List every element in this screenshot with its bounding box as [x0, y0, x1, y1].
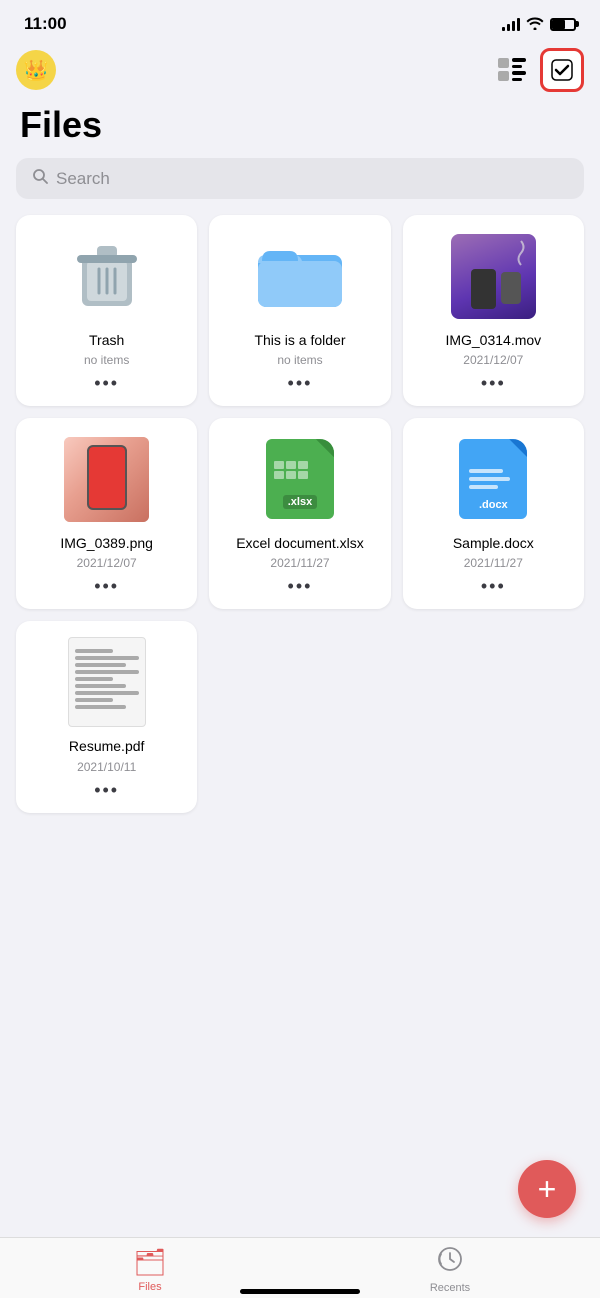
file-meta-trash: no items: [84, 353, 129, 367]
file-name-folder: This is a folder: [254, 331, 345, 349]
list-view-button[interactable]: [494, 52, 530, 88]
home-indicator: [240, 1289, 360, 1294]
header-actions: [494, 48, 584, 92]
file-name-trash: Trash: [89, 331, 124, 349]
file-icon-pdf: [62, 637, 152, 727]
file-card-docx[interactable]: .docx Sample.docx 2021/11/27 •••: [403, 418, 584, 609]
header: 👑: [0, 40, 600, 96]
file-more-folder[interactable]: •••: [288, 373, 313, 394]
status-bar: 11:00: [0, 0, 600, 40]
tab-files-label: Files: [138, 1281, 161, 1293]
tab-recents[interactable]: Recents: [300, 1246, 600, 1294]
search-placeholder: Search: [56, 169, 110, 189]
tab-recents-icon: [437, 1246, 463, 1279]
file-meta-video: 2021/12/07: [463, 353, 523, 367]
file-card-png[interactable]: IMG_0389.png 2021/12/07 •••: [16, 418, 197, 609]
file-name-xlsx: Excel document.xlsx: [236, 534, 364, 552]
page-title: Files: [0, 96, 600, 158]
tab-recents-label: Recents: [430, 1282, 470, 1294]
file-card-pdf[interactable]: Resume.pdf 2021/10/11 •••: [16, 621, 197, 812]
file-icon-trash: [62, 231, 152, 321]
file-card-xlsx[interactable]: .xlsx Excel document.xlsx 2021/11/27 •••: [209, 418, 390, 609]
files-grid: Trash no items ••• This is a folder no i…: [0, 215, 600, 893]
file-icon-folder: [255, 231, 345, 321]
tab-files[interactable]: 🗂 Files: [0, 1247, 300, 1293]
file-meta-docx: 2021/11/27: [464, 556, 523, 570]
file-more-video[interactable]: •••: [481, 373, 506, 394]
file-icon-docx: .docx: [448, 434, 538, 524]
file-more-trash[interactable]: •••: [94, 373, 119, 394]
file-icon-video: [448, 231, 538, 321]
file-more-png[interactable]: •••: [94, 576, 119, 597]
file-meta-pdf: 2021/10/11: [77, 760, 136, 774]
file-name-video: IMG_0314.mov: [445, 331, 541, 349]
user-avatar[interactable]: 👑: [16, 50, 56, 90]
file-icon-png: [62, 434, 152, 524]
file-meta-folder: no items: [277, 353, 322, 367]
select-button[interactable]: [540, 48, 584, 92]
file-name-pdf: Resume.pdf: [69, 737, 144, 755]
file-more-docx[interactable]: •••: [481, 576, 506, 597]
search-icon: [32, 168, 48, 189]
file-card-video[interactable]: IMG_0314.mov 2021/12/07 •••: [403, 215, 584, 406]
status-time: 11:00: [24, 14, 67, 34]
file-meta-xlsx: 2021/11/27: [270, 556, 329, 570]
wifi-icon: [526, 16, 544, 33]
status-icons: [502, 16, 576, 33]
file-card-trash[interactable]: Trash no items •••: [16, 215, 197, 406]
tab-files-icon: 🗂: [133, 1247, 166, 1278]
file-icon-xlsx: .xlsx: [255, 434, 345, 524]
battery-icon: [550, 18, 576, 31]
file-meta-png: 2021/12/07: [77, 556, 137, 570]
search-container: Search: [0, 158, 600, 215]
add-file-button[interactable]: +: [518, 1160, 576, 1218]
file-name-png: IMG_0389.png: [60, 534, 153, 552]
search-bar[interactable]: Search: [16, 158, 584, 199]
file-more-xlsx[interactable]: •••: [288, 576, 313, 597]
file-name-docx: Sample.docx: [453, 534, 534, 552]
file-more-pdf[interactable]: •••: [94, 780, 119, 801]
file-card-folder[interactable]: This is a folder no items •••: [209, 215, 390, 406]
signal-icon: [502, 17, 520, 31]
